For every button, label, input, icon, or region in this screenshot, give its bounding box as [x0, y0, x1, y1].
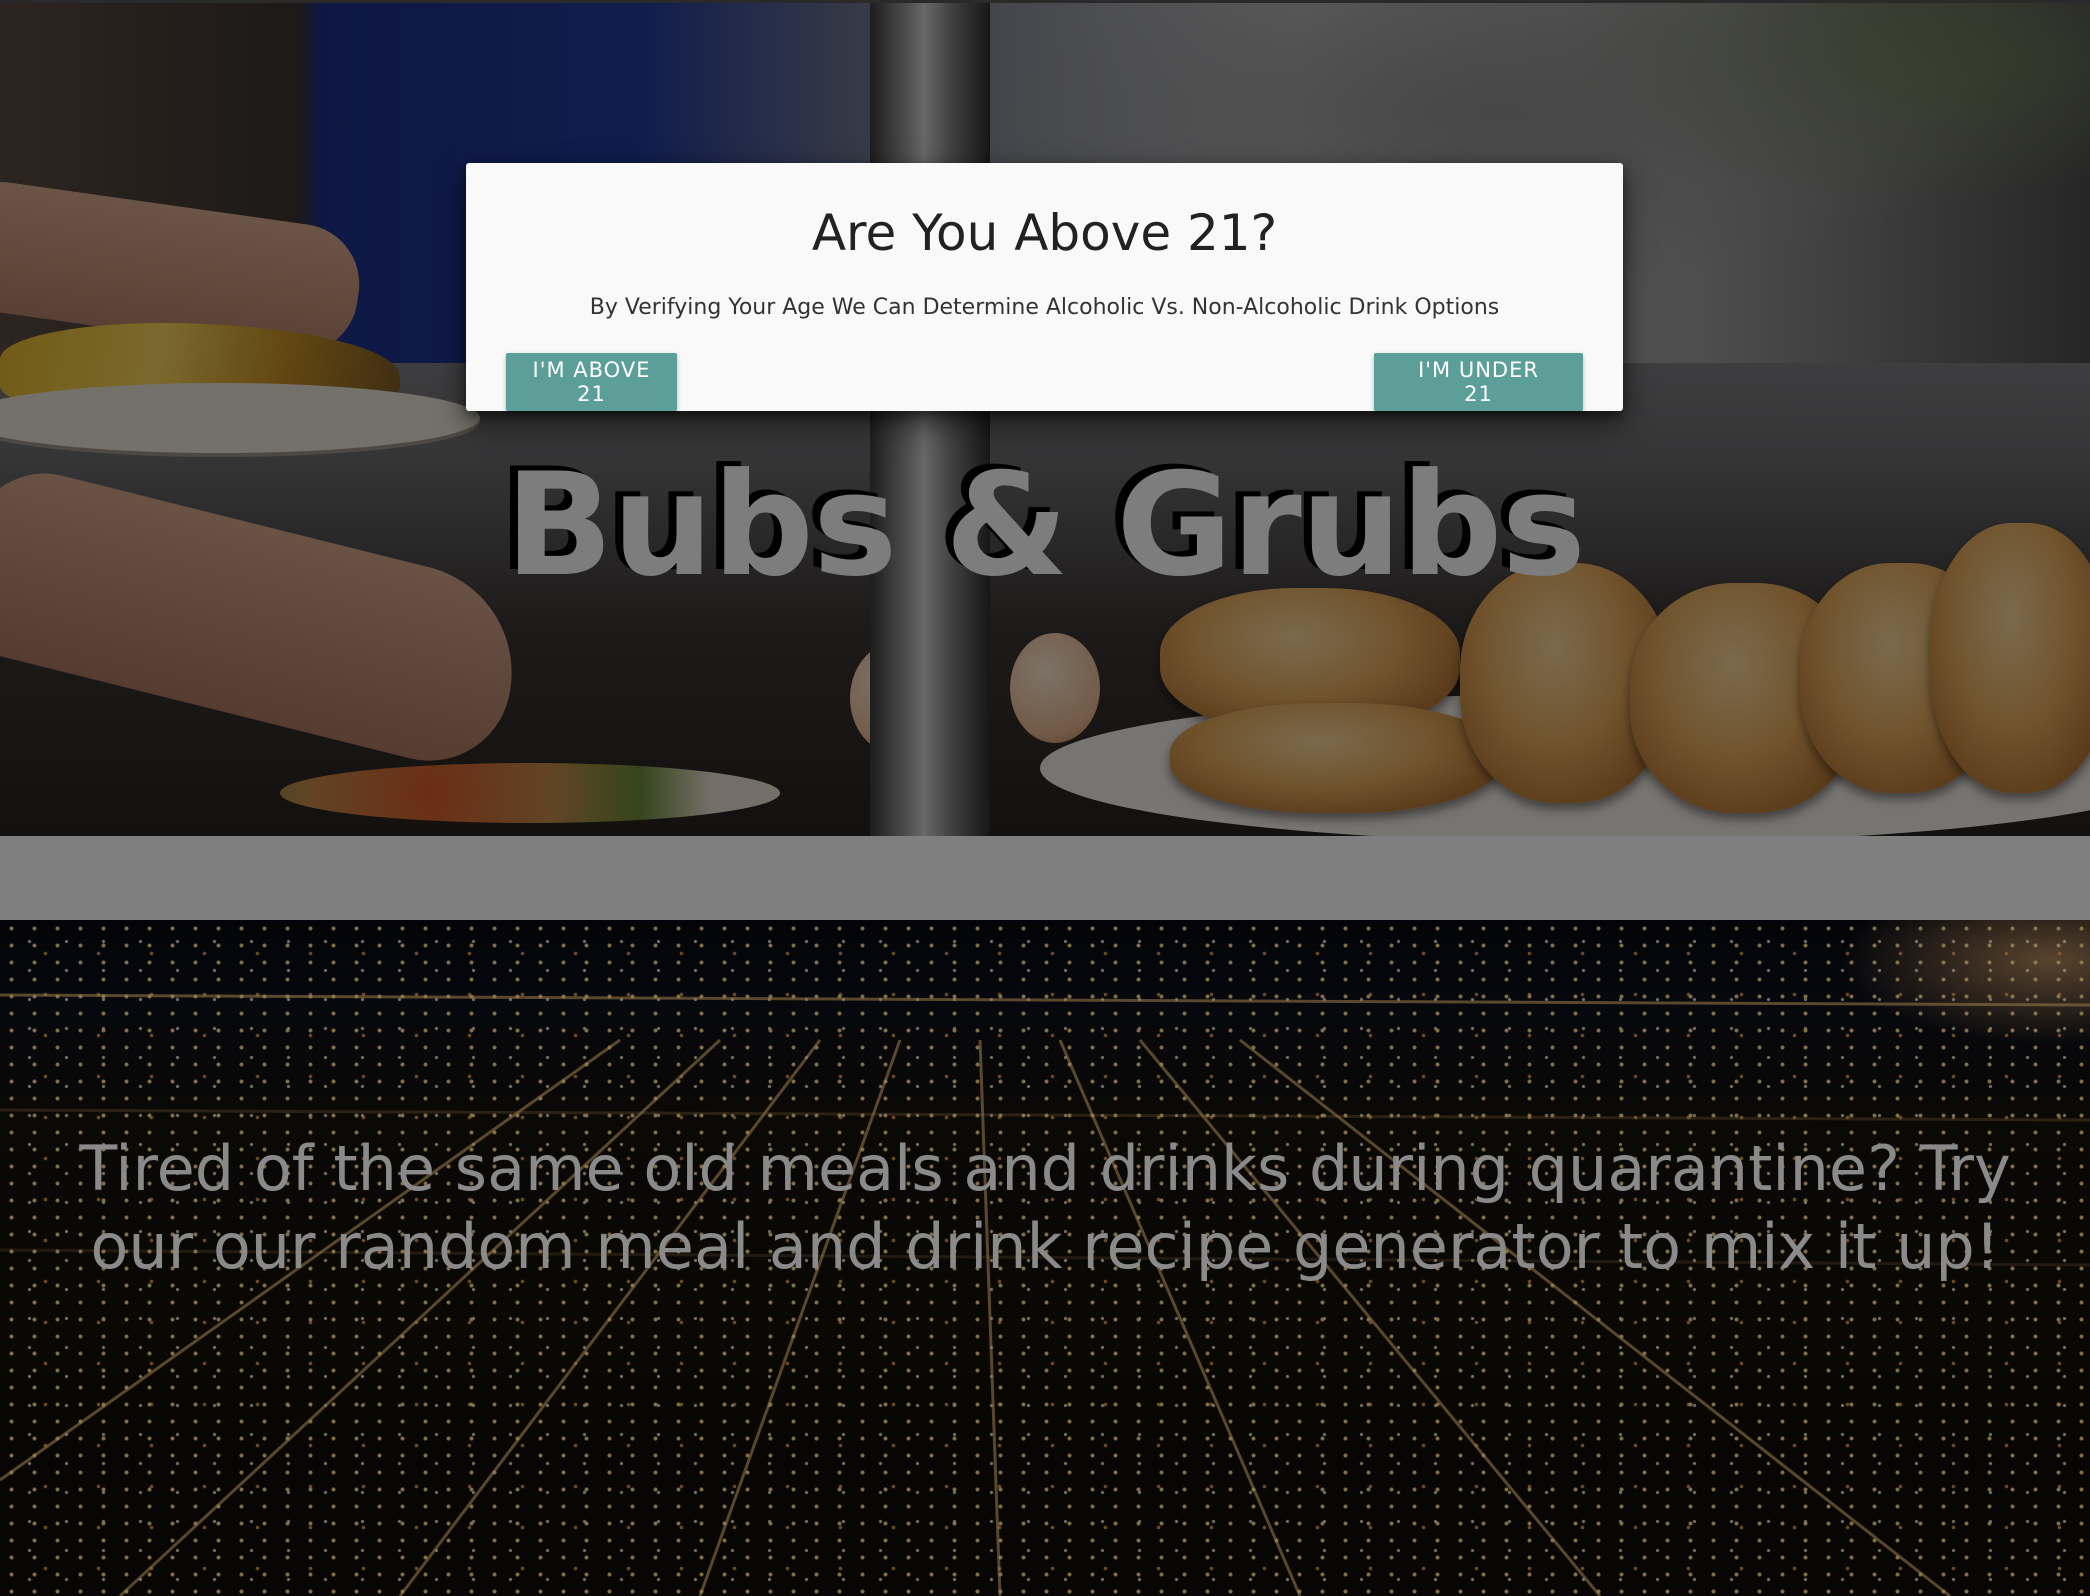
modal-title: Are You Above 21? [811, 204, 1278, 262]
under-21-button[interactable]: I'M UNDER 21 [1374, 353, 1583, 411]
age-verification-modal: Are You Above 21? By Verifying Your Age … [466, 163, 1623, 411]
above-21-button[interactable]: I'M ABOVE 21 [506, 353, 677, 411]
modal-backdrop: Are You Above 21? By Verifying Your Age … [0, 0, 2090, 1596]
modal-description: By Verifying Your Age We Can Determine A… [589, 295, 1500, 320]
page: Bubs & Grubs Tired of the same old meals… [0, 0, 2090, 1596]
